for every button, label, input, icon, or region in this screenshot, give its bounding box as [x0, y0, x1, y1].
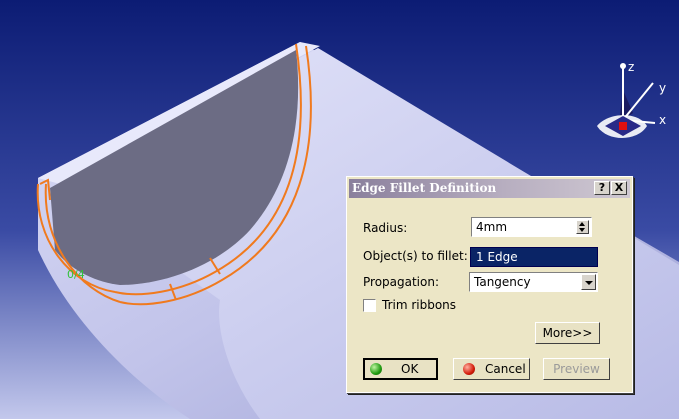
- cancel-button[interactable]: Cancel: [453, 358, 530, 380]
- cancel-label: Cancel: [485, 362, 526, 376]
- radius-spinner[interactable]: [576, 220, 589, 234]
- radius-input[interactable]: 4mm: [471, 217, 592, 237]
- ok-button[interactable]: OK: [363, 358, 438, 380]
- edge-fillet-dialog: Edge Fillet Definition ? X Radius: 4mm O…: [346, 176, 633, 393]
- trim-ribbons-checkbox[interactable]: [363, 299, 376, 312]
- propagation-label: Propagation:: [363, 275, 440, 289]
- dialog-titlebar[interactable]: Edge Fillet Definition ? X: [349, 179, 630, 198]
- ok-label: OK: [401, 362, 419, 376]
- edge-annotation: 0/4: [67, 268, 85, 281]
- preview-button[interactable]: Preview: [543, 358, 610, 380]
- spin-down-icon[interactable]: [579, 228, 585, 232]
- chevron-down-icon[interactable]: [581, 274, 596, 290]
- cancel-icon: [463, 363, 475, 375]
- objects-to-fillet-field[interactable]: 1 Edge: [470, 247, 598, 267]
- compass-y-label: y: [659, 81, 666, 95]
- objects-label: Object(s) to fillet:: [363, 249, 468, 263]
- compass-z-label: z: [628, 60, 634, 74]
- compass-widget[interactable]: z y x: [597, 58, 679, 156]
- ok-icon: [370, 363, 382, 375]
- objects-value: 1 Edge: [476, 250, 518, 264]
- dialog-title: Edge Fillet Definition: [352, 181, 497, 195]
- compass-handle[interactable]: [620, 63, 626, 69]
- compass-origin: [619, 122, 627, 130]
- more-button[interactable]: More>>: [535, 322, 600, 344]
- radius-label: Radius:: [363, 221, 408, 235]
- propagation-value: Tangency: [474, 275, 531, 289]
- help-button[interactable]: ?: [594, 181, 610, 195]
- trim-ribbons-label: Trim ribbons: [382, 298, 457, 312]
- compass-x-label: x: [659, 113, 666, 127]
- radius-value: 4mm: [476, 220, 508, 234]
- close-button[interactable]: X: [611, 181, 627, 195]
- spin-up-icon[interactable]: [579, 222, 585, 226]
- propagation-select[interactable]: Tangency: [469, 272, 598, 292]
